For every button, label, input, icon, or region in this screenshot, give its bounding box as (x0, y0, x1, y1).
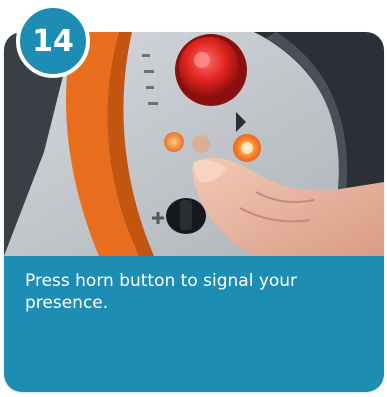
instruction-card: Press horn button to signal your presenc… (4, 32, 384, 392)
step-number-badge: 14 (16, 4, 90, 78)
step-instruction-text: Press horn button to signal your presenc… (25, 271, 298, 313)
step-number: 14 (32, 23, 74, 59)
